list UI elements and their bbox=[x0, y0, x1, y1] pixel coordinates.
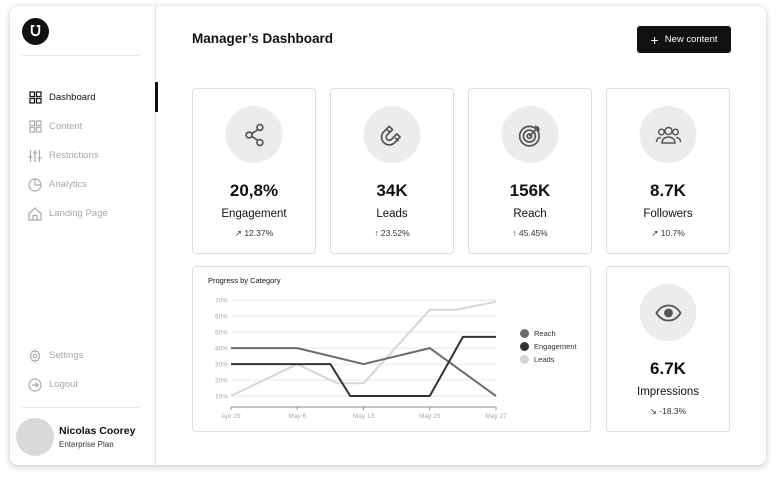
stat-change: ↗ 10.7% bbox=[651, 228, 685, 238]
user-plan: Enterprise Plan bbox=[59, 439, 114, 449]
sidebar-item-label: Settings bbox=[49, 350, 84, 361]
sliders-icon bbox=[28, 149, 42, 163]
sidebar-item-label: Restrictions bbox=[49, 150, 99, 161]
avatar bbox=[16, 417, 54, 456]
new-content-label: New content bbox=[664, 34, 718, 45]
grid-icon bbox=[28, 91, 42, 105]
sidebar-item-landing-page[interactable]: Landing Page bbox=[10, 199, 156, 228]
legend-label: Reach bbox=[534, 329, 556, 338]
legend-dot bbox=[520, 342, 529, 351]
x-tick-label: May 27 bbox=[485, 413, 507, 420]
share-icon bbox=[225, 106, 283, 163]
users-icon bbox=[639, 106, 697, 163]
sidebar-item-label: Content bbox=[49, 121, 83, 132]
stat-value: 20,8% bbox=[229, 181, 279, 200]
x-tick-label: May 20 bbox=[419, 413, 441, 420]
new-content-button[interactable]: + New content bbox=[637, 26, 731, 53]
stat-card-reach: 156K Reach ↑ 45.45% bbox=[468, 88, 592, 254]
stat-label: Engagement bbox=[221, 208, 287, 220]
content-grid-icon bbox=[28, 120, 42, 134]
sidebar: Dashboard Content Restrictions Analytics… bbox=[10, 6, 158, 465]
pie-chart-icon bbox=[28, 177, 42, 192]
arrow-up-icon: ↑ bbox=[374, 228, 379, 238]
legend-dot bbox=[520, 329, 529, 338]
home-icon bbox=[28, 206, 42, 221]
arrow-down-right-icon: ↘ bbox=[649, 406, 657, 416]
gear-icon bbox=[28, 348, 42, 363]
series-line-reach bbox=[231, 347, 497, 397]
stat-card-followers: 8.7K Followers ↗ 10.7% bbox=[606, 88, 730, 254]
magnet-icon bbox=[363, 106, 421, 163]
sidebar-item-dashboard[interactable]: Dashboard bbox=[10, 82, 158, 112]
y-tick-label: 30% bbox=[215, 362, 228, 369]
eye-icon bbox=[639, 284, 697, 341]
y-tick-label: 70% bbox=[215, 298, 228, 305]
y-tick-label: 20% bbox=[215, 378, 228, 385]
legend-item-engagement: Engagement bbox=[520, 340, 577, 353]
sidebar-item-label: Landing Page bbox=[49, 208, 108, 219]
sidebar-item-label: Analytics bbox=[49, 179, 88, 190]
user-profile[interactable]: Nicolas Coorey Enterprise Plan bbox=[10, 408, 156, 465]
sidebar-item-content[interactable]: Content bbox=[10, 112, 156, 141]
stat-card-leads: 34K Leads ↑ 23.52% bbox=[330, 88, 454, 254]
x-tick-label: Apr 29 bbox=[221, 413, 241, 420]
stat-card-engagement: 20,8% Engagement ↗ 12.37% bbox=[192, 88, 316, 254]
stat-label: Impressions bbox=[637, 386, 699, 398]
stat-label: Reach bbox=[513, 208, 547, 220]
legend-item-reach: Reach bbox=[520, 327, 577, 340]
x-tick-label: May 6 bbox=[288, 413, 306, 420]
legend-dot bbox=[520, 355, 529, 364]
x-tick-label: May 13 bbox=[353, 413, 375, 420]
stat-label: Followers bbox=[643, 208, 693, 220]
legend-label: Engagement bbox=[534, 342, 577, 351]
stat-change: ↘ -18.3% bbox=[649, 406, 687, 416]
sidebar-item-restrictions[interactable]: Restrictions bbox=[10, 141, 156, 170]
logout-icon bbox=[28, 377, 42, 392]
stat-value: 6.7K bbox=[650, 359, 686, 378]
stat-label: Leads bbox=[376, 208, 408, 220]
sidebar-item-label: Logout bbox=[49, 379, 79, 390]
sidebar-item-analytics[interactable]: Analytics bbox=[10, 170, 156, 199]
stat-change: ↗ 12.37% bbox=[234, 228, 274, 238]
legend-label: Leads bbox=[534, 355, 555, 364]
legend-item-leads: Leads bbox=[520, 353, 577, 366]
stat-value: 156K bbox=[509, 181, 551, 200]
y-tick-label: 10% bbox=[215, 394, 228, 401]
sidebar-divider bbox=[22, 55, 139, 56]
sidebar-bottom-nav: Settings Logout bbox=[10, 341, 156, 399]
target-icon bbox=[501, 106, 559, 163]
arrow-up-icon: ↑ bbox=[512, 228, 517, 238]
y-tick-label: 40% bbox=[215, 346, 228, 353]
progress-chart-card: Progress by Category 10% 20% 30% 40% 50% 60% 7… bbox=[192, 266, 591, 432]
page-title: Manager’s Dashboard bbox=[192, 31, 334, 46]
stat-value: 34K bbox=[376, 181, 408, 200]
sidebar-item-settings[interactable]: Settings bbox=[10, 341, 156, 370]
magnet-logo-icon[interactable] bbox=[22, 18, 49, 45]
stat-card-impressions: 6.7K Impressions ↘ -18.3% bbox=[606, 266, 730, 432]
y-tick-label: 50% bbox=[215, 330, 228, 337]
sidebar-item-label: Dashboard bbox=[49, 92, 96, 103]
stat-value: 8.7K bbox=[650, 181, 686, 200]
stat-change: ↑ 23.52% bbox=[374, 228, 410, 238]
chart-legend: Reach Engagement Leads bbox=[520, 327, 577, 366]
sidebar-nav: Dashboard Content Restrictions Analytics… bbox=[10, 82, 158, 228]
plus-icon: + bbox=[650, 31, 659, 48]
arrow-up-right-icon: ↗ bbox=[234, 228, 242, 238]
y-tick-label: 60% bbox=[215, 314, 228, 321]
sidebar-item-logout[interactable]: Logout bbox=[10, 370, 156, 399]
app-window: Dashboard Content Restrictions Analytics… bbox=[10, 6, 766, 465]
stat-change: ↑ 45.45% bbox=[512, 228, 548, 238]
user-name: Nicolas Coorey bbox=[59, 424, 136, 437]
arrow-up-right-icon: ↗ bbox=[651, 228, 659, 238]
